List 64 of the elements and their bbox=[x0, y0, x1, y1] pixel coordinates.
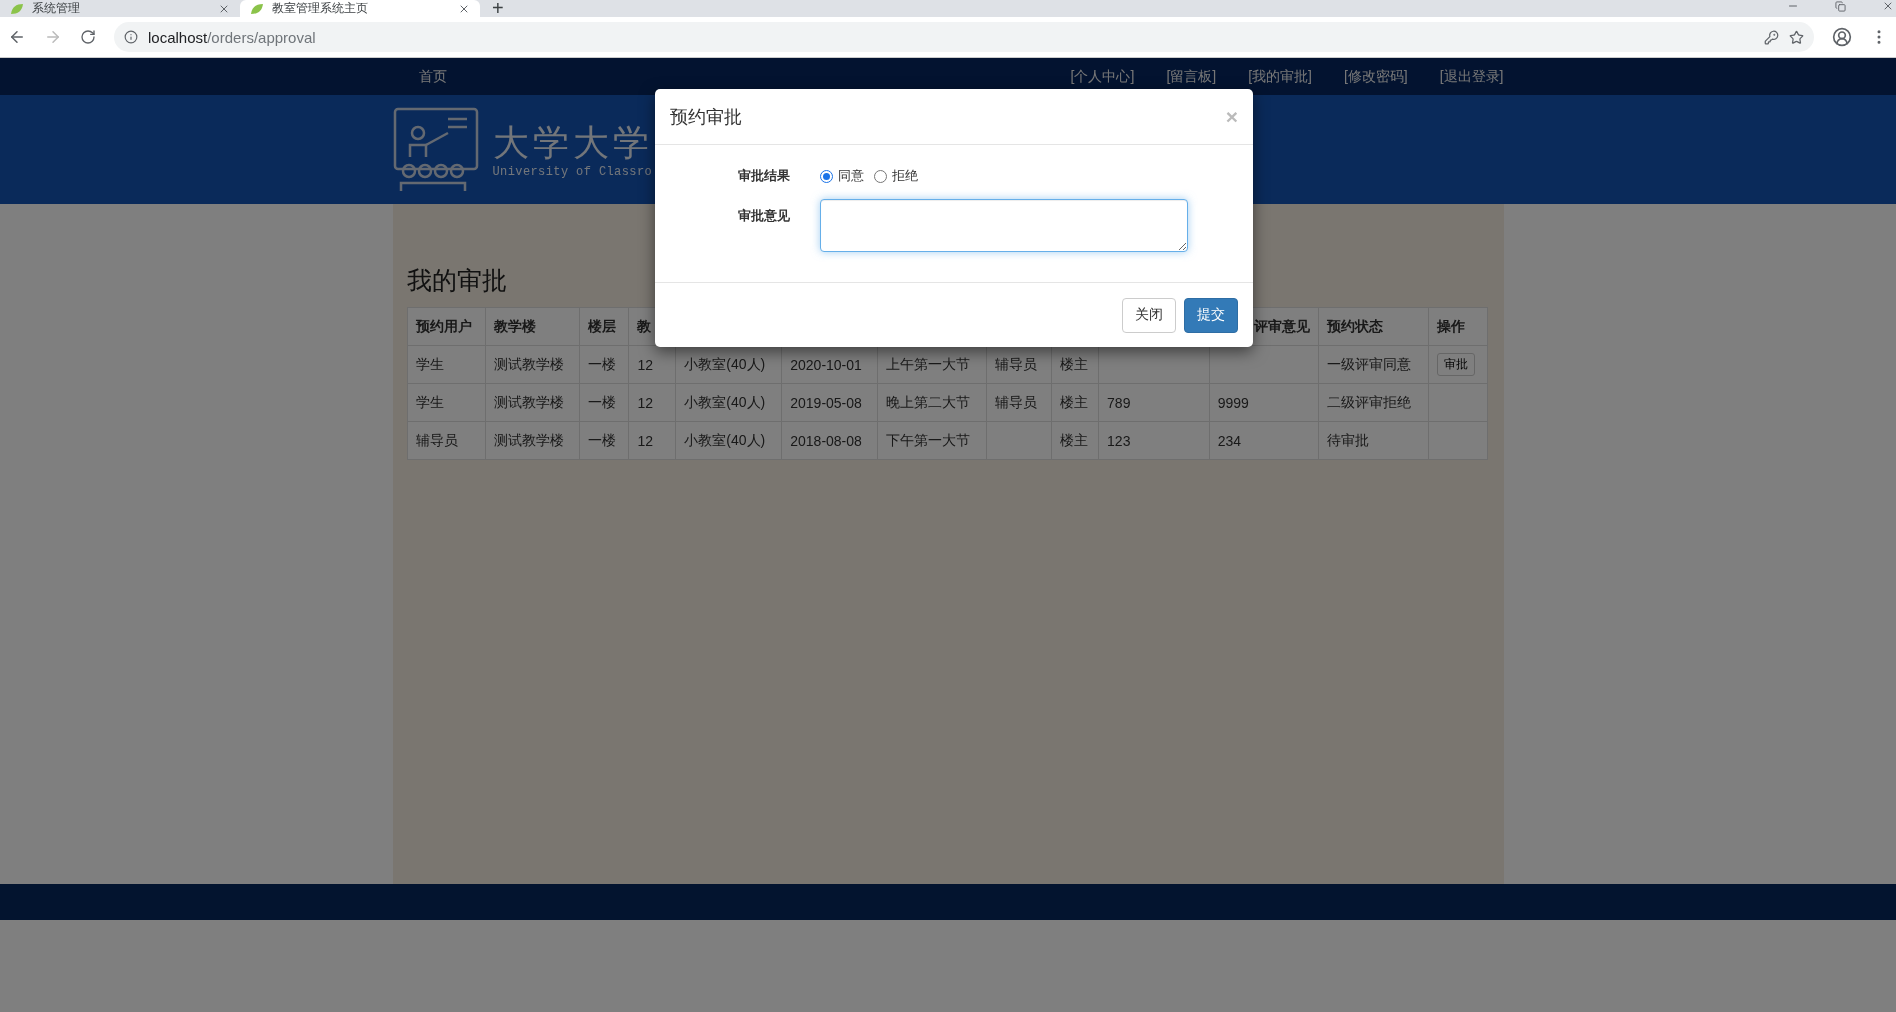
column-header: 预约状态 bbox=[1319, 307, 1429, 346]
page-heading: 我的审批 bbox=[406, 265, 508, 296]
site-title: 大学大学 bbox=[492, 120, 653, 165]
radio-label[interactable]: 同意 bbox=[838, 167, 864, 185]
column-header: 教学楼 bbox=[485, 307, 580, 346]
table-cell: 2019-05-08 bbox=[781, 383, 878, 422]
table-cell: 下午第一大节 bbox=[877, 421, 987, 460]
table-cell: 2018-08-08 bbox=[781, 421, 878, 460]
key-icon[interactable] bbox=[1764, 29, 1779, 45]
radio-label[interactable]: 拒绝 bbox=[892, 167, 918, 185]
table-cell: 789 bbox=[1098, 383, 1210, 422]
info-icon bbox=[124, 30, 138, 44]
table-cell: 一楼 bbox=[579, 345, 629, 384]
table-cell: 测试教学楼 bbox=[485, 421, 580, 460]
column-header: 预约用户 bbox=[407, 307, 486, 346]
table-cell: 楼主 bbox=[1051, 383, 1099, 422]
table-cell: 待审批 bbox=[1319, 421, 1429, 460]
close-button[interactable]: 关闭 bbox=[1122, 297, 1176, 333]
table-cell: 测试教学楼 bbox=[485, 345, 580, 384]
profile-icon[interactable] bbox=[1832, 27, 1852, 47]
column-header: 操作 bbox=[1428, 307, 1487, 346]
table-cell: 一楼 bbox=[579, 383, 629, 422]
nav-link[interactable]: [个人中心] bbox=[1070, 67, 1135, 86]
table-cell: 晚上第二大节 bbox=[877, 383, 987, 422]
star-icon[interactable] bbox=[1789, 29, 1804, 45]
table-cell: 123 bbox=[1098, 421, 1210, 460]
table-cell: 9999 bbox=[1209, 383, 1319, 422]
nav-link[interactable]: [我的审批] bbox=[1248, 67, 1312, 86]
form-label: 审批结果 bbox=[737, 167, 790, 185]
table-cell: 12 bbox=[628, 421, 676, 460]
site-subtitle: University of Classro bbox=[492, 164, 653, 179]
dialog-title: 预约审批 bbox=[670, 105, 742, 129]
table-cell: 234 bbox=[1209, 421, 1319, 460]
close-icon[interactable] bbox=[1882, 0, 1894, 12]
nav-link[interactable]: [留言板] bbox=[1166, 67, 1217, 86]
table-cell: 小教室(40人) bbox=[675, 383, 782, 422]
approve-button[interactable]: 审批 bbox=[1437, 353, 1476, 376]
reload-icon[interactable] bbox=[80, 29, 96, 45]
restore-icon[interactable] bbox=[1835, 0, 1846, 12]
nav-link[interactable]: [退出登录] bbox=[1439, 67, 1504, 86]
new-tab-button[interactable]: + bbox=[492, 0, 504, 17]
leaf-icon bbox=[250, 2, 264, 15]
column-header: 楼层 bbox=[579, 307, 629, 346]
browser-tab[interactable]: 教室管理系统主页 bbox=[240, 0, 480, 17]
browser-tab[interactable]: 系统管理 bbox=[0, 0, 240, 17]
leaf-icon bbox=[10, 2, 24, 15]
back-icon[interactable] bbox=[8, 28, 26, 46]
table-cell: 二级评审拒绝 bbox=[1319, 383, 1429, 422]
nav-link[interactable]: [修改密码] bbox=[1343, 67, 1408, 86]
table-cell: 12 bbox=[628, 383, 676, 422]
address-bar[interactable]: localhost/orders/approval bbox=[114, 22, 1814, 52]
nav-link[interactable]: 首页 bbox=[418, 67, 447, 86]
submit-button[interactable]: 提交 bbox=[1184, 297, 1238, 333]
table-cell: 学生 bbox=[407, 383, 486, 422]
table-cell: 一级评审同意 bbox=[1319, 345, 1429, 384]
table-cell: 测试教学楼 bbox=[485, 383, 580, 422]
form-label: 审批意见 bbox=[737, 207, 790, 225]
table-cell: 楼主 bbox=[1051, 421, 1099, 460]
table-cell: 辅导员 bbox=[986, 383, 1052, 422]
table-cell: 学生 bbox=[407, 345, 486, 384]
table-cell: 小教室(40人) bbox=[675, 421, 782, 460]
table-cell: 一楼 bbox=[579, 421, 629, 460]
opinion-field[interactable] bbox=[820, 199, 1188, 252]
table-cell: 辅导员 bbox=[407, 421, 486, 460]
